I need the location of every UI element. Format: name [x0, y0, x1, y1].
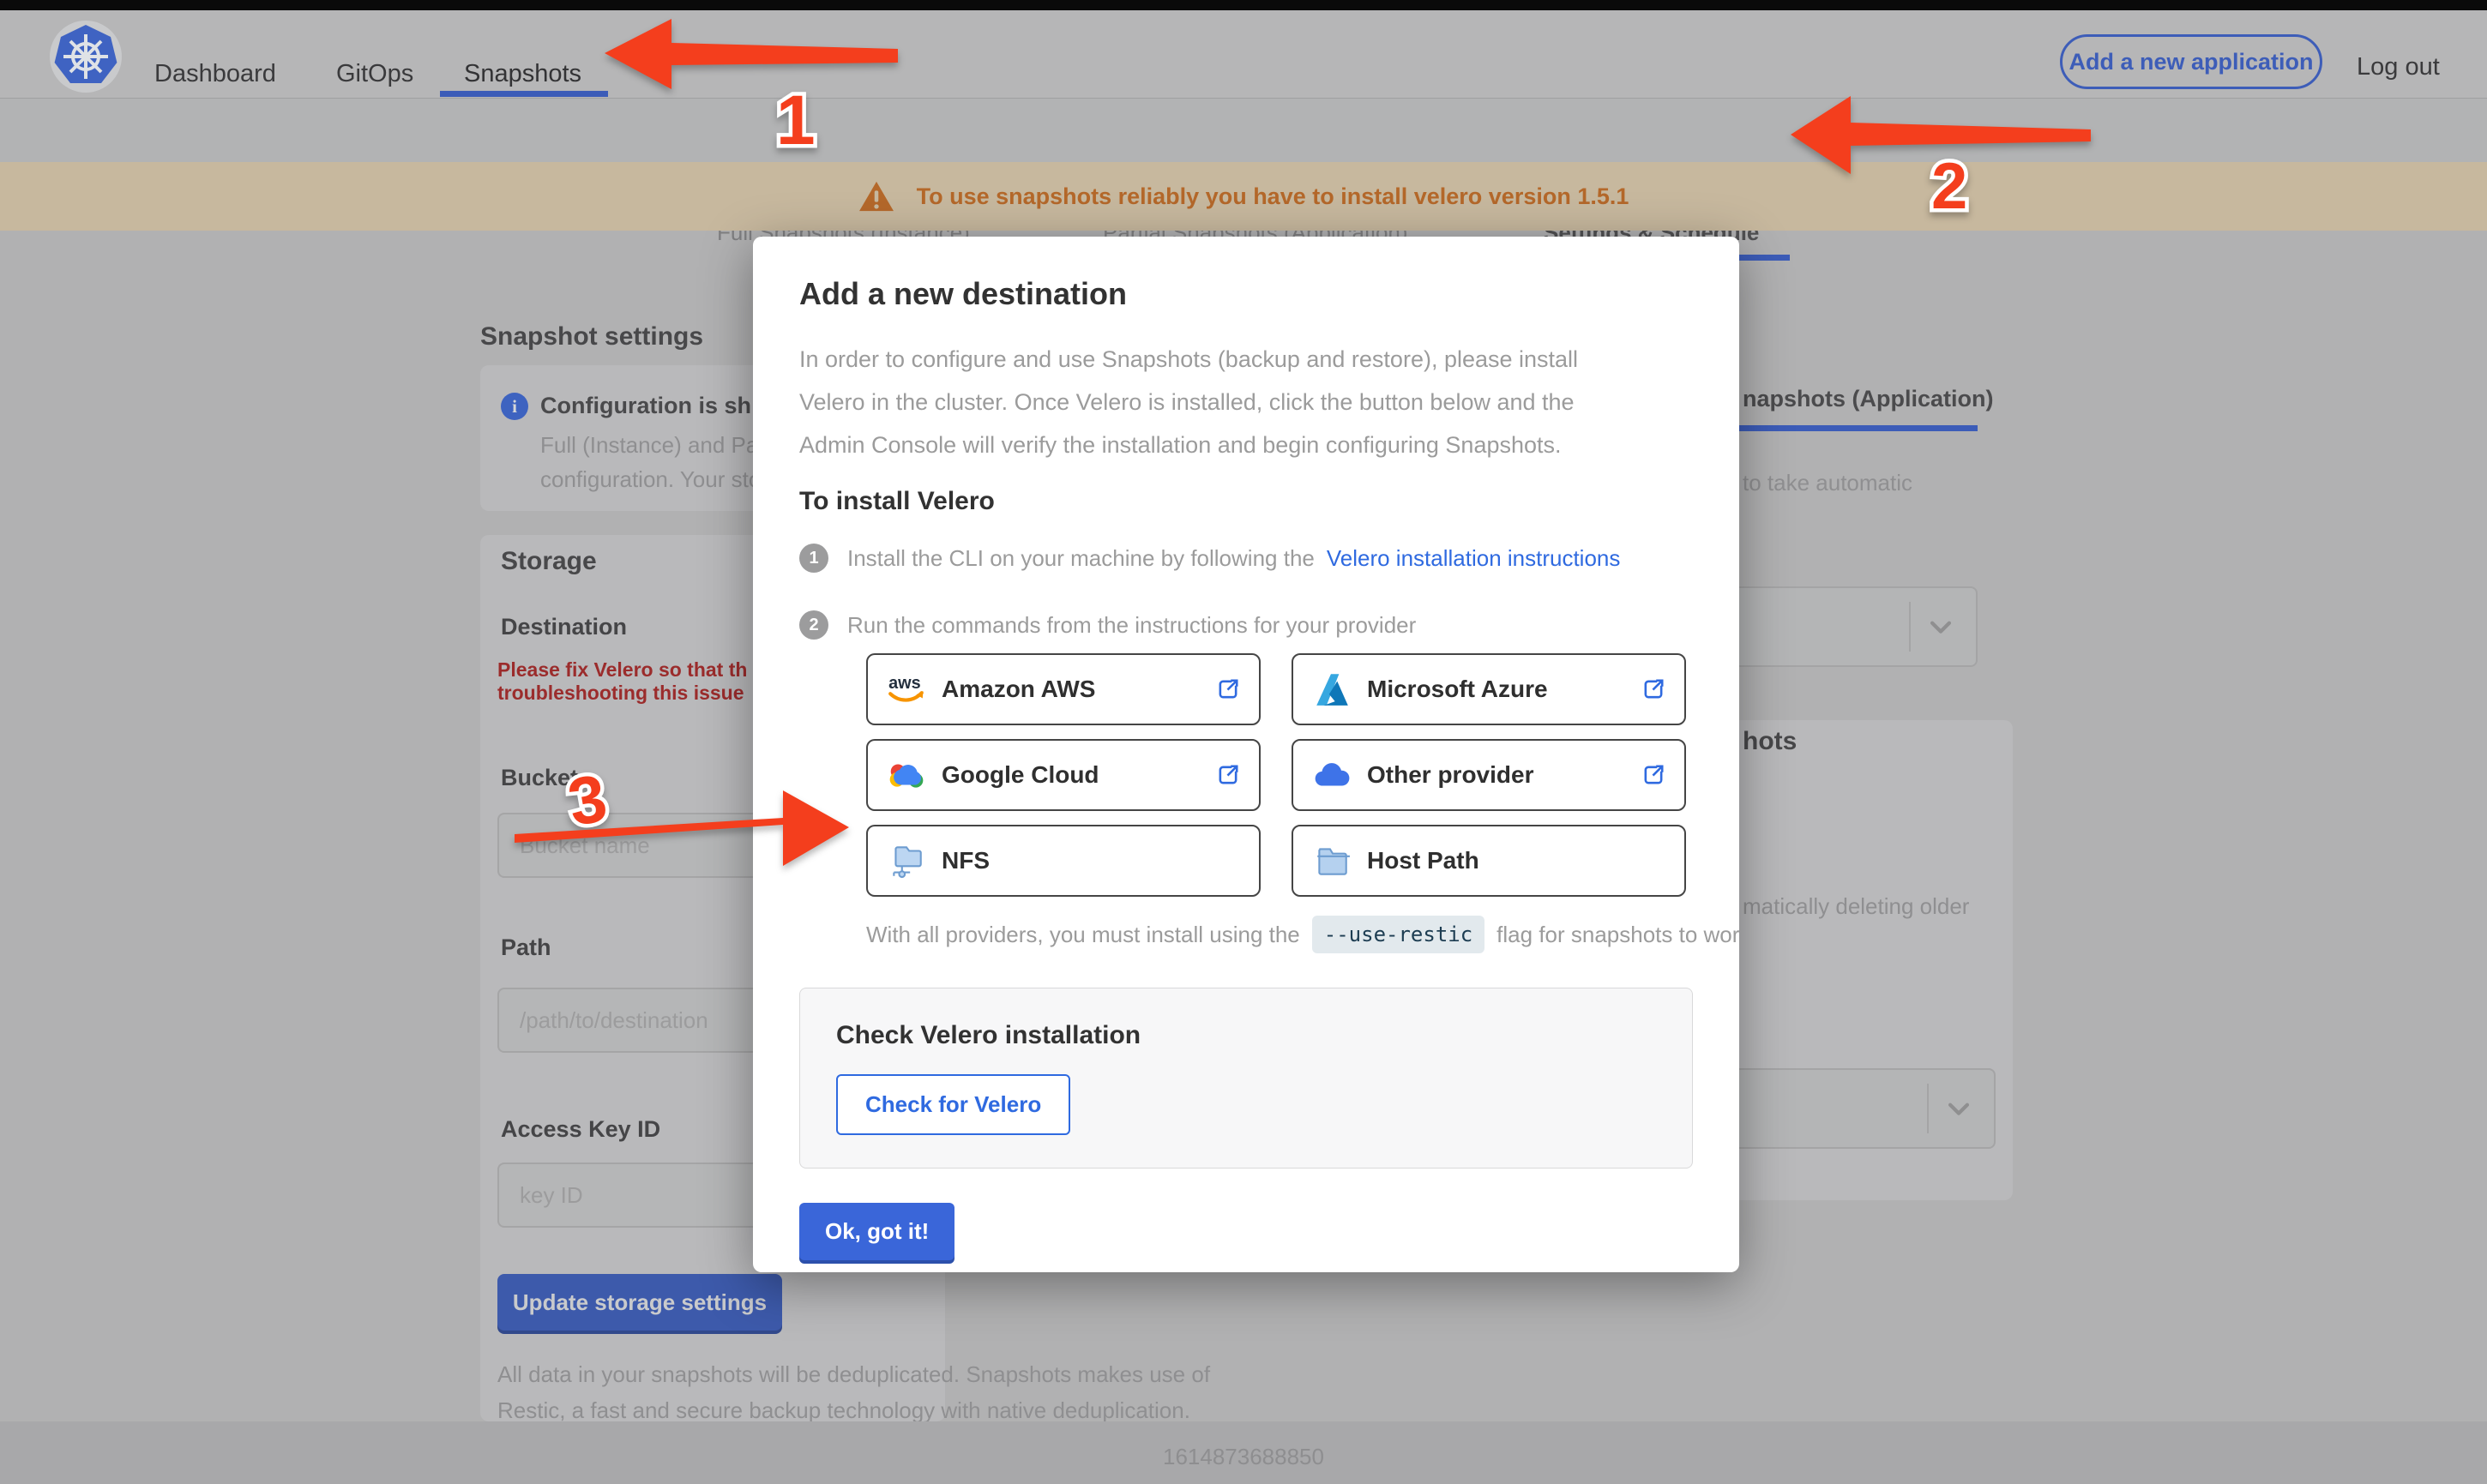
- dedup-note-line2: Restic, a fast and secure backup technol…: [497, 1397, 1190, 1424]
- ok-got-it-button[interactable]: Ok, got it!: [799, 1203, 954, 1260]
- provider-label: Other provider: [1367, 761, 1533, 789]
- schedule-helper-text: to take automatic: [1743, 470, 1912, 496]
- install-step-1: 1 Install the CLI on your machine by fol…: [799, 544, 1693, 573]
- step-1-badge: 1: [799, 544, 828, 573]
- velero-instructions-link[interactable]: Velero installation instructions: [1327, 545, 1621, 572]
- footer-timestamp: 1614873688850: [0, 1444, 2487, 1470]
- external-link-icon: [1641, 763, 1665, 787]
- active-nav-underline: [440, 91, 608, 97]
- destination-label: Destination: [501, 614, 627, 640]
- access-key-label: Access Key ID: [501, 1116, 660, 1143]
- aws-icon: aws: [887, 670, 926, 709]
- storage-heading: Storage: [501, 547, 597, 576]
- velero-error-line2: troubleshooting this issue: [497, 682, 744, 705]
- select-divider: [1927, 1084, 1929, 1133]
- external-link-icon: [1216, 763, 1240, 787]
- restic-note-after: flag for snapshots to work.: [1496, 922, 1739, 948]
- info-card-line2: configuration. Your stor: [540, 466, 768, 493]
- retention-heading: hots: [1743, 727, 1797, 756]
- svg-text:aws: aws: [888, 674, 921, 693]
- provider-label: Amazon AWS: [942, 676, 1095, 703]
- provider-grid: aws Amazon AWS Microsoft Azure: [866, 653, 1693, 897]
- dedup-note-line1: All data in your snapshots will be dedup…: [497, 1361, 1210, 1388]
- step-2-badge: 2: [799, 610, 828, 640]
- external-link-icon: [1216, 677, 1240, 701]
- provider-other-button[interactable]: Other provider: [1292, 739, 1686, 811]
- nav-item-dashboard[interactable]: Dashboard: [154, 60, 276, 88]
- annotation-number-2: 2: [1931, 150, 1967, 223]
- chevron-down-icon: [1926, 612, 1955, 641]
- check-velero-card: Check Velero installation Check for Vele…: [799, 988, 1693, 1169]
- restic-note-before: With all providers, you must install usi…: [866, 922, 1300, 948]
- annotation-arrow-1: 1: [596, 9, 913, 159]
- warning-banner-text: To use snapshots reliably you have to in…: [917, 183, 1629, 210]
- check-for-velero-button[interactable]: Check for Velero: [836, 1074, 1070, 1135]
- logout-link[interactable]: Log out: [2357, 53, 2440, 81]
- provider-nfs-button[interactable]: NFS: [866, 825, 1261, 897]
- warning-icon: [858, 180, 894, 213]
- nav-item-snapshots[interactable]: Snapshots: [464, 60, 581, 88]
- step-2-text: Run the commands from the instructions f…: [847, 612, 1416, 639]
- provider-label: Google Cloud: [942, 761, 1099, 789]
- os-status-bar: [0, 0, 2487, 10]
- provider-label: NFS: [942, 847, 990, 874]
- update-storage-settings-button[interactable]: Update storage settings: [497, 1274, 782, 1331]
- info-icon: i: [501, 393, 528, 420]
- modal-intro-text: In order to configure and use Snapshots …: [799, 338, 1610, 466]
- add-destination-modal: Add a new destination In order to config…: [753, 237, 1739, 1272]
- info-card-line1: Full (Instance) and Parti: [540, 432, 777, 459]
- provider-label: Host Path: [1367, 847, 1479, 874]
- info-card-title: Configuration is sh: [540, 393, 751, 419]
- azure-icon: [1312, 670, 1352, 709]
- restic-note: With all providers, you must install usi…: [866, 916, 1693, 953]
- right-tab-partial-snapshots[interactable]: napshots (Application): [1743, 386, 1994, 412]
- provider-label: Microsoft Azure: [1367, 676, 1548, 703]
- annotation-arrow-3: 3: [502, 746, 862, 883]
- chevron-down-icon: [1944, 1094, 1973, 1123]
- use-restic-flag-code: --use-restic: [1312, 916, 1484, 953]
- kubernetes-logo-icon: [48, 19, 123, 94]
- cloud-icon: [1312, 755, 1352, 795]
- annotation-arrow-2: 2: [1784, 81, 2153, 231]
- nfs-folder-icon: [887, 841, 926, 880]
- check-velero-heading: Check Velero installation: [836, 1021, 1656, 1050]
- retention-helper-text: matically deleting older: [1743, 893, 1969, 920]
- annotation-number-1: 1: [776, 81, 816, 159]
- external-link-icon: [1641, 677, 1665, 701]
- provider-google-cloud-button[interactable]: Google Cloud: [866, 739, 1261, 811]
- select-divider: [1909, 602, 1911, 652]
- provider-host-path-button[interactable]: Host Path: [1292, 825, 1686, 897]
- page-title: Snapshot settings: [480, 322, 703, 351]
- provider-microsoft-azure-button[interactable]: Microsoft Azure: [1292, 653, 1686, 725]
- step-1-text: Install the CLI on your machine by follo…: [847, 545, 1315, 572]
- annotation-number-3: 3: [563, 760, 612, 840]
- provider-amazon-aws-button[interactable]: aws Amazon AWS: [866, 653, 1261, 725]
- folder-icon: [1312, 841, 1352, 880]
- install-velero-heading: To install Velero: [799, 487, 1693, 516]
- modal-title: Add a new destination: [799, 276, 1693, 312]
- velero-error-line1: Please fix Velero so that th: [497, 658, 747, 682]
- install-step-2: 2 Run the commands from the instructions…: [799, 610, 1693, 640]
- google-cloud-icon: [887, 755, 926, 795]
- path-label: Path: [501, 934, 551, 961]
- nav-item-gitops[interactable]: GitOps: [336, 60, 413, 88]
